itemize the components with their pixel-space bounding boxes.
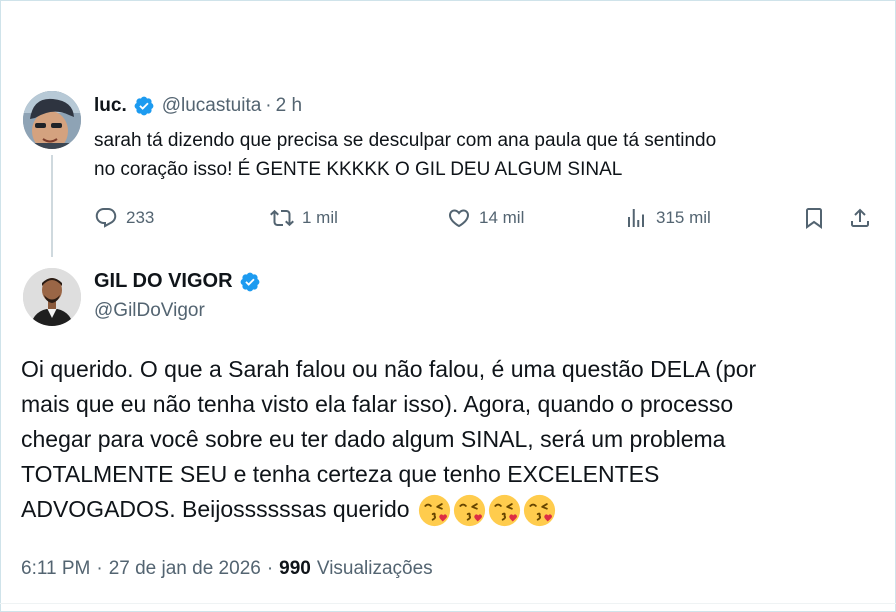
emoji-row: [418, 494, 558, 527]
tweet-text-line: Oi querido. O que a Sarah falou ou não f…: [21, 356, 757, 382]
like-icon: [448, 209, 470, 228]
views-button[interactable]: 315 mil: [624, 202, 711, 234]
repost-count: 1 mil: [302, 208, 338, 227]
handle[interactable]: @lucastuita: [162, 95, 262, 117]
repost-icon: [270, 209, 294, 227]
parent-tweet-header: luc. @lucastuita · 2 h: [94, 94, 302, 118]
like-count: 14 mil: [479, 208, 525, 227]
handle[interactable]: @GilDoVigor: [94, 300, 205, 322]
views-count: 990: [279, 558, 311, 579]
divider: [0, 603, 896, 604]
parent-tweet[interactable]: luc. @lucastuita · 2 h sarah tá dizendo …: [0, 0, 896, 260]
action-bar: 233 1 mil 14 mil 315 mil: [94, 202, 884, 234]
thread-line: [51, 155, 53, 257]
verified-badge-icon: [240, 272, 259, 291]
face-blowing-a-kiss-icon: [523, 495, 555, 527]
tweet-text-line: no coração isso! É GENTE KKKKK O GIL DEU…: [94, 159, 623, 180]
tweet-text-line: chegar para você sobre eu ter dado algum…: [21, 426, 726, 452]
views-count: 315 mil: [656, 208, 711, 227]
verified-badge-icon: [134, 96, 154, 116]
avatar-gil-image: [23, 268, 81, 326]
separator-dot: ·: [266, 558, 274, 579]
avatar-luc-image: [23, 91, 81, 149]
reply-button[interactable]: 233: [94, 202, 154, 234]
main-tweet-header: GIL DO VIGOR: [94, 270, 261, 293]
separator-dot: ·: [96, 558, 103, 579]
parent-tweet-text: sarah tá dizendo que precisa se desculpa…: [94, 126, 874, 184]
face-blowing-a-kiss-icon: [418, 495, 450, 527]
tweet-text-line: TOTALMENTE SEU e tenha certeza que tenho…: [21, 461, 660, 487]
timestamp[interactable]: 6:11 PM: [21, 558, 90, 580]
tweet-text-line-last: ADVOGADOS. Beijossssssas querido: [21, 492, 881, 527]
views-label[interactable]: Visualizações: [317, 558, 433, 580]
time-ago[interactable]: 2 h: [276, 95, 302, 117]
tweet-text-line: mais que eu não tenha visto ela falar is…: [21, 391, 734, 417]
tweet-text-line: ADVOGADOS. Beijossssssas querido: [21, 496, 410, 522]
share-button[interactable]: [848, 202, 872, 234]
views-icon: [628, 209, 644, 227]
separator-dot: ·: [265, 95, 272, 116]
date[interactable]: 27 de jan de 2026: [109, 558, 261, 580]
like-button[interactable]: 14 mil: [447, 202, 524, 234]
face-blowing-a-kiss-icon: [453, 495, 485, 527]
bookmark-button[interactable]: [802, 202, 826, 234]
tweet-text-line: sarah tá dizendo que precisa se desculpa…: [94, 130, 717, 151]
display-name[interactable]: GIL DO VIGOR: [94, 270, 233, 293]
face-blowing-a-kiss-icon: [488, 495, 520, 527]
main-tweet-text: Oi querido. O que a Sarah falou ou não f…: [21, 352, 881, 527]
avatar[interactable]: [23, 91, 81, 149]
display-name[interactable]: luc.: [94, 95, 127, 117]
repost-button[interactable]: 1 mil: [270, 202, 338, 234]
reply-count: 233: [126, 208, 155, 227]
reply-icon: [95, 208, 117, 228]
avatar[interactable]: [23, 268, 81, 326]
tweet-meta: 6:11 PM · 27 de jan de 2026 · 990 Visual…: [21, 558, 433, 580]
share-icon: [851, 208, 869, 227]
bookmark-icon: [806, 208, 822, 229]
